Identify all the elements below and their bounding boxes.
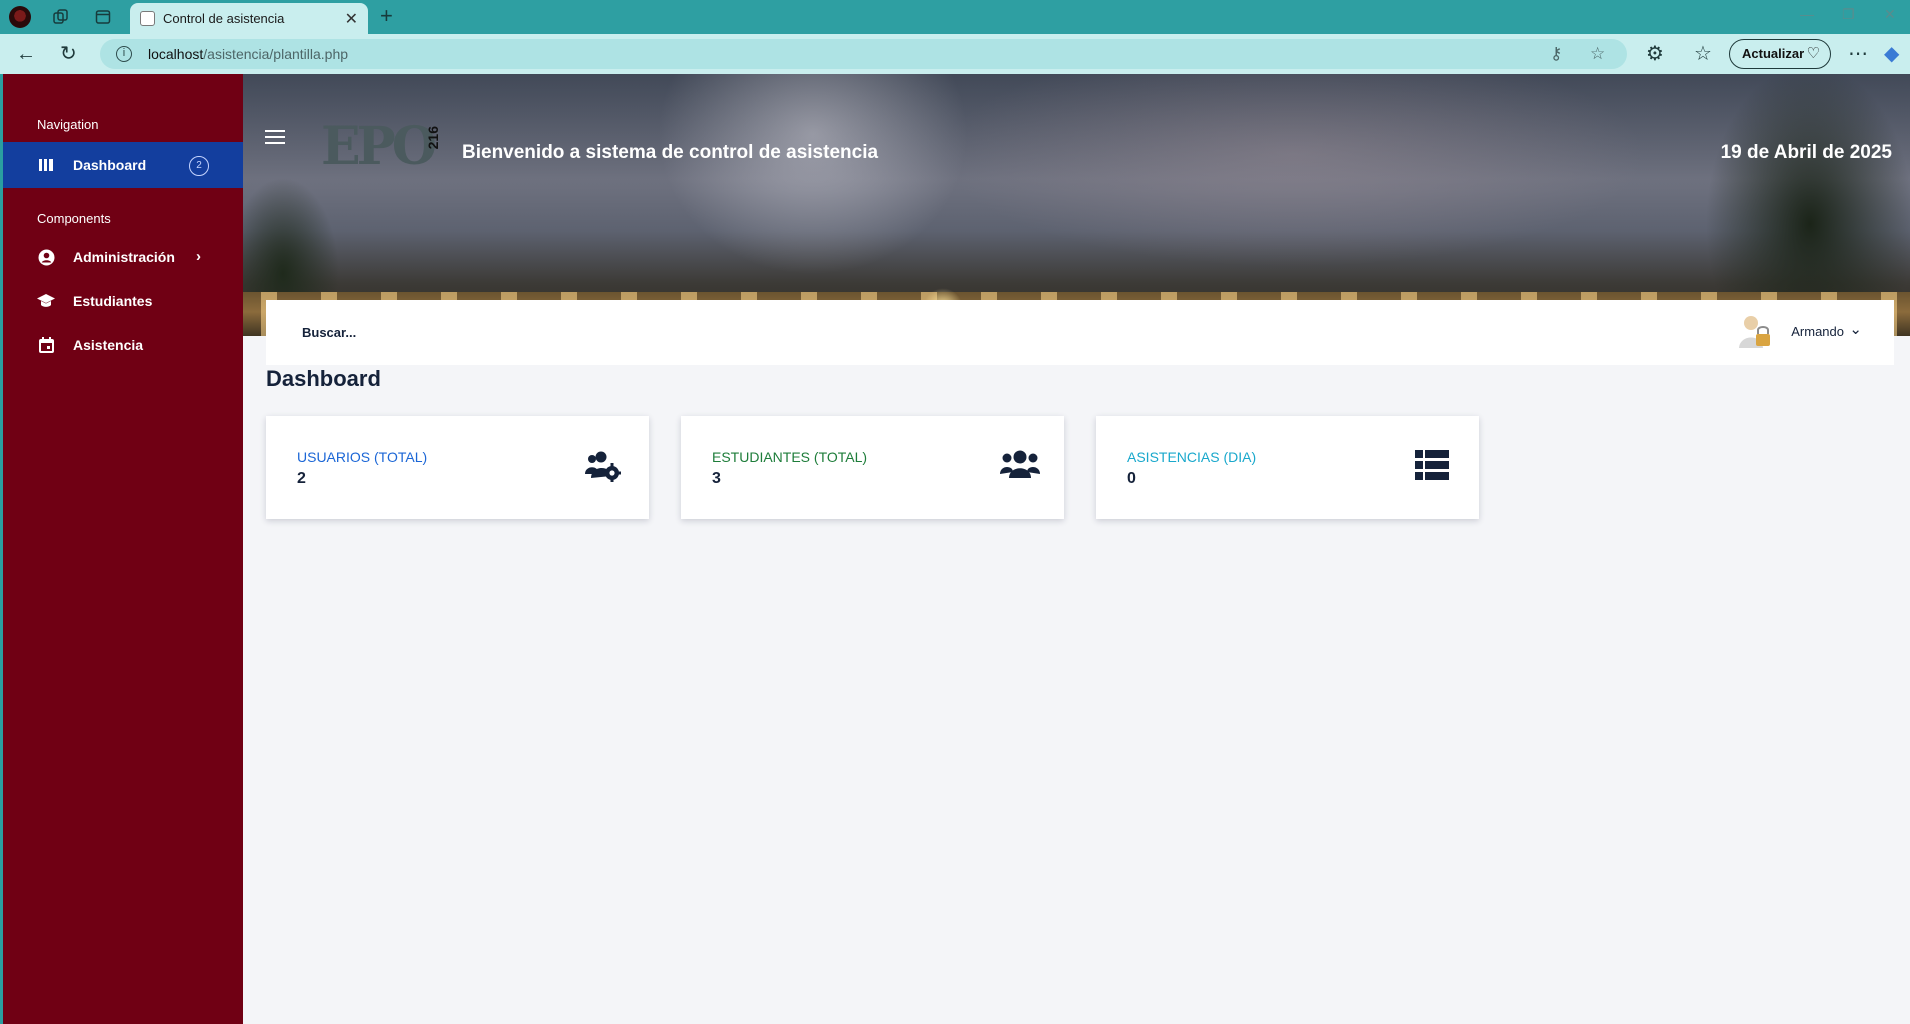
- dashboard-icon: [37, 156, 55, 174]
- address-bar[interactable]: i localhost/asistencia/plantilla.php ⚷ ☆: [100, 39, 1627, 69]
- site-info-icon[interactable]: i: [116, 46, 132, 62]
- user-circle-icon: [37, 248, 55, 266]
- browser-tab-active[interactable]: Control de asistencia ✕: [130, 3, 368, 34]
- search-bar: Buscar... Armando ⌄: [266, 300, 1894, 365]
- tab-title: Control de asistencia: [163, 11, 285, 26]
- restore-icon[interactable]: ❐: [1842, 6, 1855, 23]
- more-icon[interactable]: ⋯: [1848, 43, 1868, 65]
- stat-card-asistencias[interactable]: ASISTENCIAS (DIA) 0: [1096, 416, 1479, 519]
- tab-close-icon[interactable]: ✕: [345, 9, 358, 29]
- sidebar-item-label: Estudiantes: [73, 293, 153, 309]
- header-banner: EPO 216 Bienvenido a sistema de control …: [243, 74, 1910, 336]
- stat-card-label: USUARIOS (TOTAL): [297, 449, 428, 465]
- sidebar: Navigation Dashboard 2 Components Admini…: [3, 74, 243, 1024]
- list-icon: [1415, 450, 1451, 482]
- user-avatar[interactable]: [1738, 314, 1772, 350]
- search-input[interactable]: Buscar...: [302, 325, 356, 340]
- update-heart-icon: ♡: [1806, 45, 1820, 62]
- window-close-icon[interactable]: ✕: [1884, 6, 1896, 23]
- page-content: Navigation Dashboard 2 Components Admini…: [3, 74, 1910, 1024]
- tab-favicon: [140, 11, 155, 26]
- sidebar-item-label: Dashboard: [73, 157, 147, 173]
- sidebar-item-label: Asistencia: [73, 337, 144, 353]
- sidebar-item-estudiantes[interactable]: Estudiantes: [3, 278, 243, 324]
- profile-avatar[interactable]: [9, 6, 31, 28]
- key-icon[interactable]: ⚷: [1550, 44, 1562, 64]
- favorite-star-icon[interactable]: ☆: [1590, 44, 1605, 64]
- stat-card-value: 3: [712, 470, 721, 487]
- url-text: localhost/asistencia/plantilla.php: [148, 46, 348, 62]
- sidebar-item-dashboard[interactable]: Dashboard 2: [3, 142, 243, 188]
- copilot-icon[interactable]: ◆: [1884, 43, 1899, 65]
- sidebar-item-administracion[interactable]: Administración ›: [3, 234, 243, 280]
- minimize-icon[interactable]: —: [1800, 6, 1814, 22]
- calendar-icon: [37, 336, 55, 354]
- extensions-icon[interactable]: ⚙: [1646, 43, 1664, 65]
- nav-section-components: Components: [37, 211, 111, 226]
- users-cog-icon: [585, 450, 621, 482]
- welcome-title: Bienvenido a sistema de control de asist…: [462, 142, 879, 163]
- workspaces-icon[interactable]: [50, 6, 72, 28]
- school-logo-number: 216: [425, 126, 441, 150]
- stat-card-estudiantes[interactable]: ESTUDIANTES (TOTAL) 3: [681, 416, 1064, 519]
- url-host: localhost: [148, 46, 204, 62]
- sidebar-item-asistencia[interactable]: Asistencia: [3, 322, 243, 368]
- tab-actions-icon[interactable]: [92, 6, 114, 28]
- favorites-icon[interactable]: ☆: [1694, 43, 1712, 65]
- stat-card-label: ESTUDIANTES (TOTAL): [712, 449, 868, 465]
- nav-section-navigation: Navigation: [37, 117, 99, 132]
- update-label: Actualizar: [1742, 46, 1805, 61]
- browser-toolbar: ← ↻ i localhost/asistencia/plantilla.php…: [0, 34, 1910, 74]
- reload-icon[interactable]: ↻: [60, 43, 77, 65]
- page-title: Dashboard: [266, 366, 381, 391]
- users-icon: [1000, 450, 1040, 482]
- sidebar-item-label: Administración: [73, 249, 175, 265]
- menu-toggle-icon[interactable]: [265, 130, 285, 146]
- stat-card-value: 0: [1127, 470, 1136, 487]
- chevron-down-icon[interactable]: ⌄: [1849, 320, 1862, 338]
- stat-card-usuarios[interactable]: USUARIOS (TOTAL) 2: [266, 416, 649, 519]
- back-icon[interactable]: ←: [16, 43, 36, 65]
- url-path: /asistencia/plantilla.php: [203, 46, 349, 62]
- stat-card-label: ASISTENCIAS (DIA): [1127, 449, 1257, 465]
- chevron-right-icon: ›: [196, 248, 201, 265]
- update-button[interactable]: Actualizar ♡: [1729, 39, 1831, 69]
- dashboard-badge: 2: [189, 156, 209, 176]
- browser-tabbar: Control de asistencia ✕ + — ❐ ✕: [0, 0, 1910, 34]
- school-logo: EPO: [321, 116, 437, 177]
- user-name[interactable]: Armando: [1791, 324, 1844, 339]
- graduation-cap-icon: [37, 292, 55, 310]
- stat-card-value: 2: [297, 470, 306, 487]
- new-tab-button[interactable]: +: [380, 3, 393, 29]
- current-date: 19 de Abril de 2025: [1720, 142, 1892, 163]
